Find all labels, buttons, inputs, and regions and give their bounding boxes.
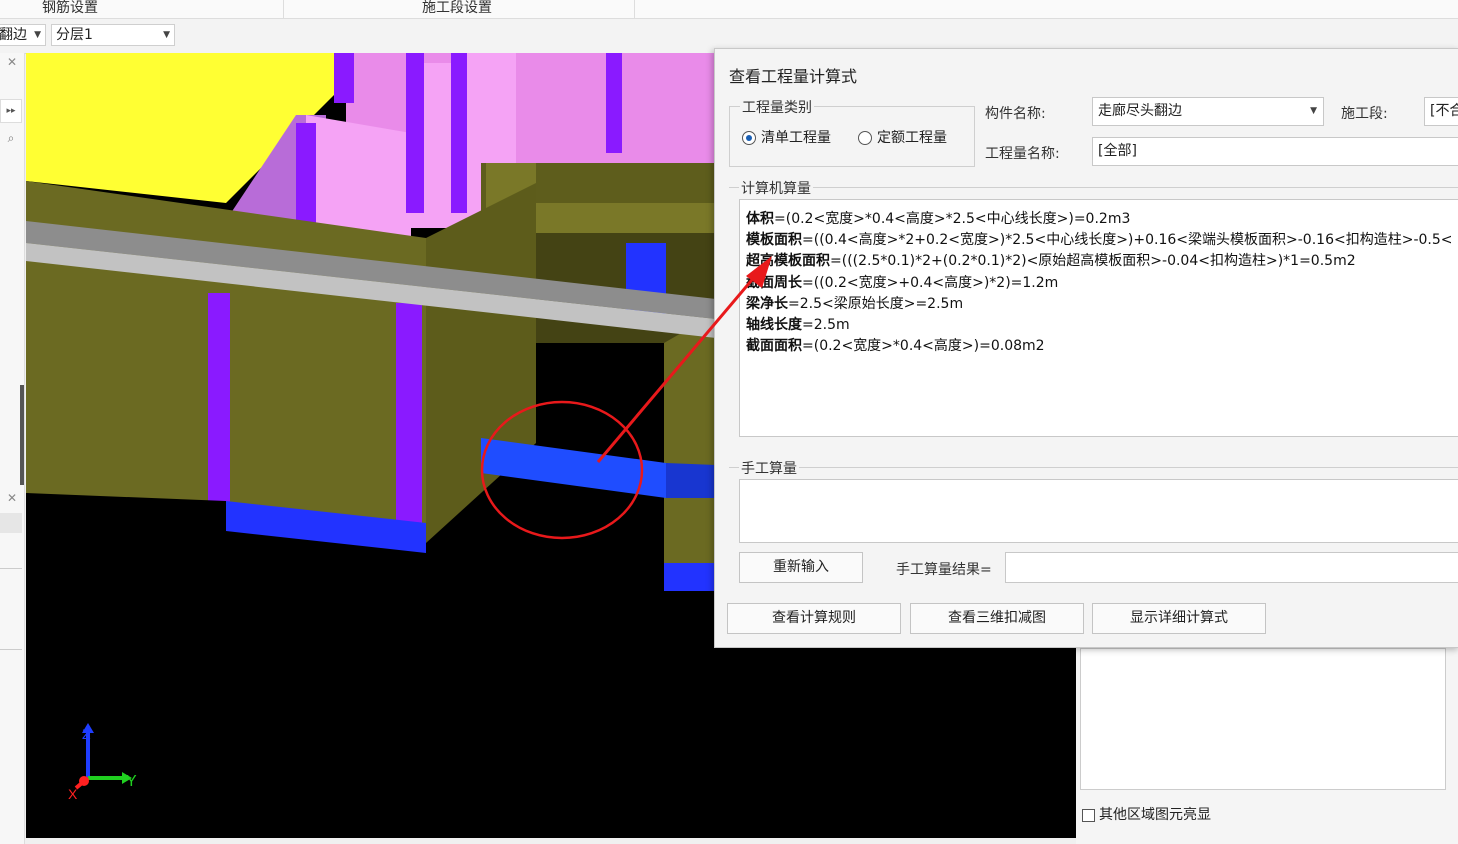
close-icon[interactable]: ✕ xyxy=(7,55,17,69)
radio-unselected-icon[interactable] xyxy=(858,131,872,145)
panel-header xyxy=(0,513,22,533)
blue-base-strip-highlight xyxy=(481,438,666,498)
tab-rebar-settings[interactable]: 钢筋设置 xyxy=(42,0,98,17)
purple-column xyxy=(451,53,467,213)
tab-stage-settings[interactable]: 施工段设置 xyxy=(422,0,492,17)
view-3d-deduction-button[interactable]: 查看三维扣减图 xyxy=(910,603,1084,634)
purple-column xyxy=(396,303,422,548)
olive-wall xyxy=(664,313,716,573)
radio-list-qty[interactable]: 清单工程量 xyxy=(742,127,831,147)
stage-select[interactable]: [不合 xyxy=(1424,97,1458,126)
manual-calc-group: 手工算量 xyxy=(729,458,1458,478)
formula-text-area[interactable]: 体积=(0.2<宽度>*0.4<高度>*2.5<中心线长度>)=0.2m3 模板… xyxy=(739,199,1458,437)
tab-divider xyxy=(283,0,284,18)
purple-column xyxy=(406,53,424,213)
highlight-checkbox-label: 其他区域图元亮显 xyxy=(1099,807,1211,823)
search-icon[interactable]: ⌕ xyxy=(0,131,22,155)
left-side-panel: ✕ ▸▸ ⌕ ✕ xyxy=(0,53,25,844)
show-detail-formula-button[interactable]: 显示详细计算式 xyxy=(1092,603,1266,634)
close-icon[interactable]: ✕ xyxy=(7,491,17,505)
y-axis-label: Y xyxy=(126,773,137,790)
reinput-button[interactable]: 重新输入 xyxy=(739,552,863,583)
x-axis-label: X xyxy=(68,786,78,802)
stage-label: 施工段: xyxy=(1341,106,1388,122)
component-combo[interactable]: 翻边 ▼ xyxy=(0,24,46,46)
scrollbar[interactable] xyxy=(20,385,24,485)
formula-line: 梁净长=2.5<梁原始长度>=2.5m xyxy=(746,296,964,312)
quantity-formula-dialog: 查看工程量计算式 工程量类别 清单工程量 定额工程量 构件名称: 走廊尽头翻边 … xyxy=(714,48,1458,648)
z-axis-label: Z xyxy=(82,726,91,742)
dialog-title: 查看工程量计算式 xyxy=(729,67,858,86)
olive-lintel xyxy=(536,203,716,233)
purple-column xyxy=(606,53,622,153)
chevron-down-icon: ▼ xyxy=(34,30,41,40)
radio-quota-label: 定额工程量 xyxy=(877,130,947,146)
panel-list xyxy=(0,568,22,650)
manual-calc-input[interactable] xyxy=(739,479,1458,543)
qty-name-label: 工程量名称: xyxy=(985,146,1060,162)
qty-type-legend: 工程量类别 xyxy=(740,97,814,117)
right-panel-list xyxy=(1080,648,1446,790)
top-tab-bar: 钢筋设置 施工段设置 xyxy=(0,0,1458,19)
right-side-panel: 其他区域图元亮显 xyxy=(1076,630,1458,844)
highlight-other-regions[interactable]: 其他区域图元亮显 xyxy=(1082,804,1211,824)
qty-name-value: [全部] xyxy=(1098,143,1137,159)
highlight-checkbox[interactable] xyxy=(1082,808,1095,822)
formula-line: 截面面积=(0.2<宽度>*0.4<高度>)=0.08m2 xyxy=(746,338,1045,354)
blue-base-strip xyxy=(664,563,716,591)
stage-value: [不合 xyxy=(1430,103,1458,119)
component-name-label: 构件名称: xyxy=(985,106,1046,122)
formula-line: 轴线长度=2.5m xyxy=(746,317,850,333)
pink-panel xyxy=(466,53,516,173)
view-rules-button[interactable]: 查看计算规则 xyxy=(727,603,901,634)
component-combo-value: 翻边 xyxy=(0,27,27,43)
axis-origin xyxy=(79,776,89,786)
component-name-select[interactable]: 走廊尽头翻边 ▼ xyxy=(1092,97,1324,126)
manual-result-label: 手工算量结果= xyxy=(896,562,992,578)
chevron-down-icon: ▼ xyxy=(163,30,170,40)
manual-result-field[interactable] xyxy=(1005,552,1458,583)
blue-base-strip xyxy=(666,463,716,498)
component-name-value: 走廊尽头翻边 xyxy=(1098,103,1182,119)
formula-line: 超高模板面积=(((2.5*0.1)*2+(0.2*0.1)*2)<原始超高模板… xyxy=(746,253,1356,269)
computer-calc-legend: 计算机算量 xyxy=(739,178,813,198)
tab-divider xyxy=(634,0,635,18)
olive-wall-side xyxy=(426,183,536,543)
chevron-down-icon: ▼ xyxy=(1310,106,1317,116)
qty-name-select[interactable]: [全部] xyxy=(1092,137,1458,166)
layer-combo[interactable]: 分层1 ▼ xyxy=(51,24,175,46)
radio-selected-icon[interactable] xyxy=(742,131,756,145)
formula-line: 截面周长=((0.2<宽度>+0.4<高度>)*2)=1.2m xyxy=(746,275,1059,291)
expand-icon[interactable]: ▸▸ xyxy=(0,99,22,123)
purple-column xyxy=(334,53,354,103)
purple-column xyxy=(208,293,230,523)
formula-line: 模板面积=((0.4<高度>*2+0.2<宽度>)*2.5<中心线长度>)+0.… xyxy=(746,232,1453,248)
qty-type-group: 工程量类别 清单工程量 定额工程量 xyxy=(729,97,975,167)
formula-line: 体积=(0.2<宽度>*0.4<高度>*2.5<中心线长度>)=0.2m3 xyxy=(746,211,1131,227)
computer-calc-group: 计算机算量 xyxy=(729,178,1458,198)
manual-calc-legend: 手工算量 xyxy=(739,458,799,478)
layer-combo-value: 分层1 xyxy=(56,27,93,43)
radio-list-label: 清单工程量 xyxy=(761,130,831,146)
radio-quota-qty[interactable]: 定额工程量 xyxy=(858,127,947,147)
